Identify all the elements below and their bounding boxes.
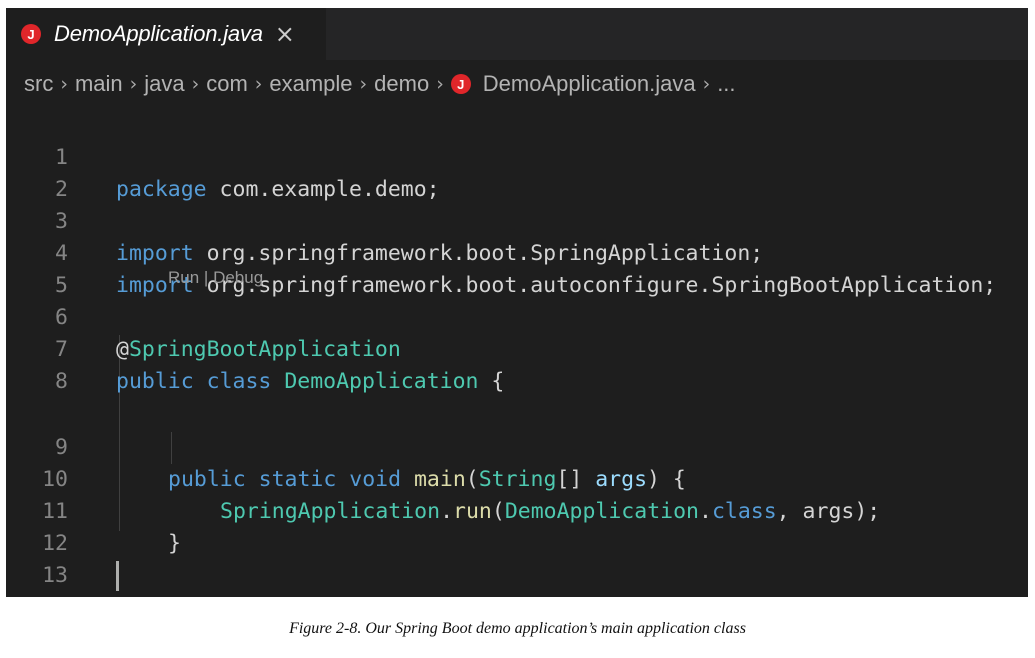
code-text: } bbox=[116, 592, 129, 597]
chevron-right-icon: › bbox=[702, 73, 711, 95]
class-name: DemoApplication bbox=[284, 369, 479, 394]
breadcrumb-item-java[interactable]: java bbox=[144, 71, 184, 97]
chevron-right-icon: › bbox=[60, 73, 68, 95]
code-line: 7 public class DemoApplication { bbox=[6, 302, 1028, 394]
breadcrumb-item-symbols[interactable]: ... bbox=[717, 71, 735, 97]
breadcrumb-item-main[interactable]: main bbox=[75, 71, 123, 97]
codelens: Run | Debug bbox=[168, 268, 263, 300]
chevron-right-icon: › bbox=[191, 73, 200, 95]
breadcrumb-item-file[interactable]: DemoApplication.java bbox=[483, 71, 696, 97]
code-line: 10 SpringApplication.run(DemoApplication… bbox=[6, 432, 1028, 524]
code-line: 5 bbox=[6, 238, 1028, 298]
code-line: 13 } bbox=[6, 528, 1028, 597]
chevron-right-icon: › bbox=[129, 73, 138, 95]
code-line: 11 } bbox=[6, 464, 1028, 556]
code-line: 2 bbox=[6, 142, 1028, 202]
codelens-divider: | bbox=[199, 268, 214, 287]
code-line: 1 package com.example.demo; bbox=[6, 110, 1028, 202]
chevron-right-icon: › bbox=[254, 73, 263, 95]
code-line: 9 public static void main(String[] args)… bbox=[6, 400, 1028, 492]
chevron-right-icon: › bbox=[359, 73, 368, 95]
line-number: 8 bbox=[55, 369, 68, 394]
breadcrumb-item-example[interactable]: example bbox=[269, 71, 352, 97]
code-line: 8 bbox=[6, 334, 1028, 394]
breadcrumb-item-demo[interactable]: demo bbox=[374, 71, 429, 97]
code-line: 6 @SpringBootApplication bbox=[6, 270, 1028, 362]
breadcrumb-item-com[interactable]: com bbox=[206, 71, 248, 97]
breadcrumb-item-src[interactable]: src bbox=[24, 71, 53, 97]
line-number: 14 bbox=[6, 592, 68, 597]
close-icon[interactable]: × bbox=[275, 20, 295, 48]
java-icon: J bbox=[450, 74, 471, 94]
code-editor[interactable]: J DemoApplication.java × src › main › ja… bbox=[6, 8, 1028, 597]
code-line: 14 bbox=[6, 560, 1028, 597]
chevron-right-icon: › bbox=[436, 73, 444, 95]
code-line: 12 bbox=[6, 496, 1028, 556]
tab-bar: J DemoApplication.java × bbox=[6, 8, 1028, 60]
tab-title: DemoApplication.java bbox=[54, 21, 263, 46]
text-cursor bbox=[116, 561, 119, 591]
run-codelens-link[interactable]: Run bbox=[168, 268, 199, 287]
java-icon: J bbox=[21, 24, 41, 44]
code-line: 3 import org.springframework.boot.Spring… bbox=[6, 174, 1028, 266]
tab-demo-application[interactable]: J DemoApplication.java × bbox=[6, 8, 326, 60]
figure-caption: Figure 2-8. Our Spring Boot demo applica… bbox=[289, 620, 746, 637]
breadcrumb: src › main › java › com › example › demo… bbox=[6, 60, 1028, 108]
debug-codelens-link[interactable]: Debug bbox=[213, 268, 263, 287]
keyword: class bbox=[206, 369, 272, 394]
code-text: { bbox=[478, 369, 505, 394]
keyword: public bbox=[116, 369, 194, 394]
code-line: 4 import org.springframework.boot.autoco… bbox=[6, 206, 1028, 298]
